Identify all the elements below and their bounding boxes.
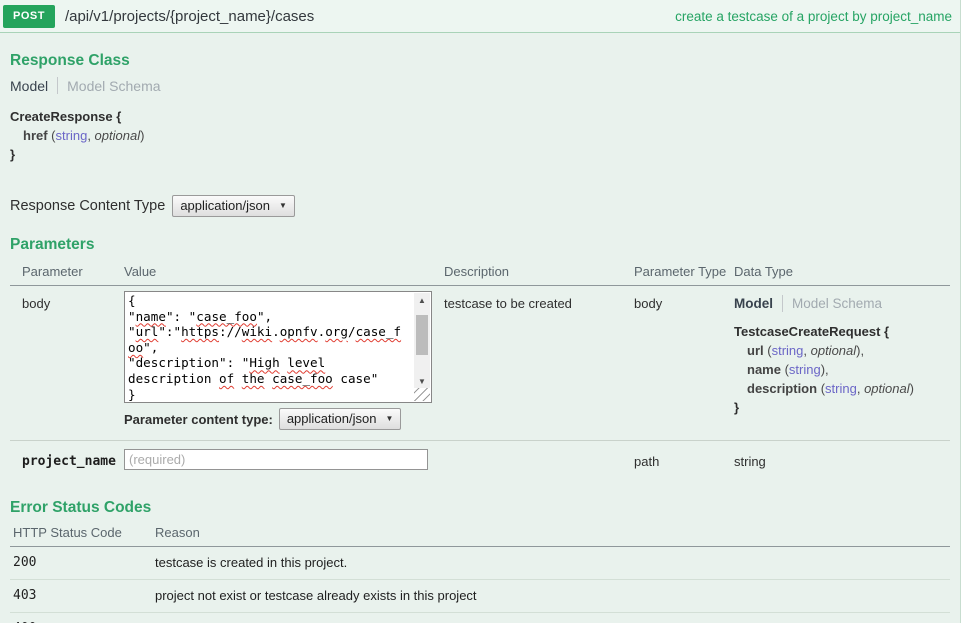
table-row-403: 403 project not exist or testcase alread… [10,580,950,613]
response-content-type-select[interactable]: application/json ▼ [172,195,295,217]
testcase-create-request-signature: TestcaseCreateRequest {url (string, opti… [734,322,938,417]
status-code: 403 [13,588,155,603]
parameter-content-type-row: Parameter content type: application/json… [124,408,444,430]
textarea-scrollbar[interactable]: ▲ ▼ [414,293,430,401]
error-codes-header: HTTP Status Code Reason [10,525,950,547]
tab-model-schema[interactable]: Model Schema [792,296,882,311]
parameters-table-header: Parameter Value Description Parameter Ty… [10,264,950,286]
chevron-down-icon: ▼ [279,201,287,210]
endpoint-path[interactable]: /api/v1/projects/{project_name}/cases [65,8,314,25]
scroll-down-icon[interactable]: ▼ [414,374,430,388]
param-data-type-body: Model Model Schema TestcaseCreateRequest… [734,291,938,430]
parameters-table: Parameter Value Description Parameter Ty… [10,264,950,480]
parameter-content-type-label: Parameter content type: [124,412,273,427]
response-class-block: Model Model Schema CreateResponse {href … [10,77,960,164]
parameter-content-type-value: application/json [287,411,377,426]
scrollbar-thumb[interactable] [416,315,428,355]
param-description-project-name [444,449,634,470]
tab-separator [782,295,783,312]
param-type-project-name: path [634,449,734,470]
body-textarea-content[interactable]: {"name": "case_foo","url":"https://wiki.… [128,293,413,401]
create-response-signature: CreateResponse {href (string, optional)} [10,107,960,164]
operation-summary-link[interactable]: create a testcase of a project by projec… [675,9,952,24]
response-content-type-row: Response Content Type application/json ▼ [10,195,960,217]
error-codes-table: HTTP Status Code Reason 200 testcase is … [10,525,950,623]
table-row-400: 400 body or name not provided [10,613,950,623]
resize-grip-icon[interactable] [414,388,430,401]
col-parameter-type: Parameter Type [634,264,734,279]
response-class-tabs: Model Model Schema [10,77,960,94]
col-reason: Reason [155,525,950,540]
col-data-type: Data Type [734,264,938,279]
response-class-title: Response Class [10,52,950,70]
response-content-type-label: Response Content Type [10,198,165,214]
param-value-cell [124,449,444,470]
param-type-body: body [634,291,734,430]
table-row-body: body {"name": "case_foo","url":"https://… [10,286,950,430]
col-parameter: Parameter [22,264,124,279]
table-row-project-name: project_name path string [10,441,950,480]
operation-heading: POST /api/v1/projects/{project_name}/cas… [0,0,960,33]
tab-separator [57,77,58,94]
response-content-type-value: application/json [180,198,270,213]
parameters-title: Parameters [10,236,950,254]
scroll-up-icon[interactable]: ▲ [414,293,430,307]
status-reason: testcase is created in this project. [155,555,950,570]
param-value-cell: {"name": "case_foo","url":"https://wiki.… [124,291,444,430]
tab-model-schema[interactable]: Model Schema [67,78,160,94]
param-data-type-project-name: string [734,449,938,470]
param-description-body: testcase to be created [444,291,634,430]
error-status-codes-title: Error Status Codes [10,499,950,517]
col-value: Value [124,264,444,279]
project-name-input[interactable] [124,449,428,470]
tab-model[interactable]: Model [734,296,773,311]
scrollbar-track[interactable] [414,307,430,374]
param-name-body: body [22,291,124,430]
api-operation-panel: POST /api/v1/projects/{project_name}/cas… [0,0,961,623]
table-row-200: 200 testcase is created in this project. [10,547,950,580]
body-textarea[interactable]: {"name": "case_foo","url":"https://wiki.… [124,291,432,403]
parameter-content-type-select[interactable]: application/json ▼ [279,408,402,430]
status-code: 200 [13,555,155,570]
col-description: Description [444,264,634,279]
status-reason: project not exist or testcase already ex… [155,588,950,603]
param-name-project-name: project_name [22,449,124,470]
col-http-status-code: HTTP Status Code [13,525,155,540]
chevron-down-icon: ▼ [385,414,393,423]
tab-model[interactable]: Model [10,78,48,94]
http-method-badge[interactable]: POST [3,5,55,28]
data-type-tabs: Model Model Schema [734,291,938,312]
